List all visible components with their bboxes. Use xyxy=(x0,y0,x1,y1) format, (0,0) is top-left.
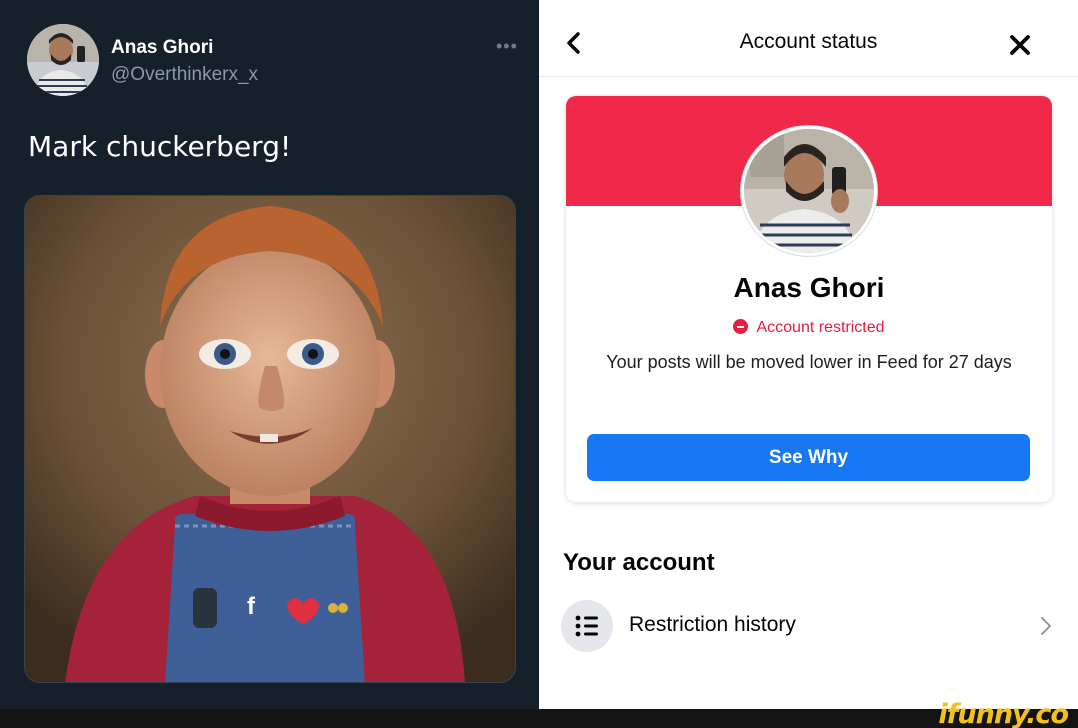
see-why-button[interactable]: See Why xyxy=(587,434,1030,481)
footer-bar xyxy=(0,709,1078,728)
restriction-history-item[interactable]: Restriction history xyxy=(559,598,1065,654)
close-icon[interactable] xyxy=(1005,30,1035,60)
tweet-image-puppet[interactable]: f xyxy=(24,195,516,683)
chevron-right-icon xyxy=(1039,614,1053,638)
tweet-avatar[interactable] xyxy=(27,24,99,96)
tweet-display-name[interactable]: Anas Ghori xyxy=(111,37,213,59)
your-account-heading: Your account xyxy=(563,549,715,576)
tweet-text: Mark chuckerberg! xyxy=(28,130,292,163)
page-title: Account status xyxy=(739,30,878,53)
list-icon xyxy=(561,600,613,652)
tweet-handle[interactable]: @Overthinkerx_x xyxy=(111,64,258,86)
svg-text:f: f xyxy=(247,593,256,620)
restriction-history-label: Restriction history xyxy=(629,613,796,636)
account-status-panel: Account status Anas Ghori Account restri… xyxy=(539,0,1078,709)
profile-avatar[interactable] xyxy=(741,126,877,256)
restricted-icon xyxy=(733,319,749,334)
watermark-logo: ifunny.co xyxy=(938,699,1069,728)
restriction-label: Account restricted xyxy=(756,319,885,336)
more-dots-icon[interactable]: ••• xyxy=(496,36,518,57)
account-status-card: Anas Ghori Account restricted Your posts… xyxy=(566,96,1052,502)
header-divider xyxy=(539,76,1078,77)
profile-name: Anas Ghori xyxy=(733,272,885,303)
tweet-panel: Anas Ghori @Overthinkerx_x ••• Mark chuc… xyxy=(0,0,539,709)
restriction-status: Account restricted xyxy=(566,319,1052,337)
restriction-description: Your posts will be moved lower in Feed f… xyxy=(606,352,1012,372)
